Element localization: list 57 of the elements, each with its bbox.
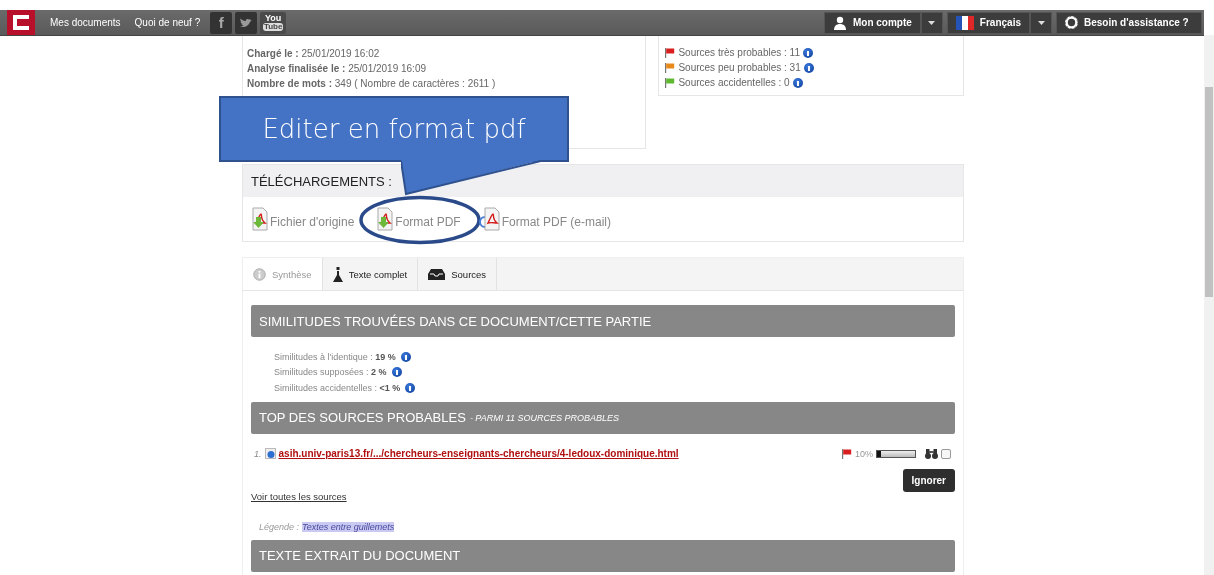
logo-icon[interactable] bbox=[7, 10, 35, 35]
lifebuoy-icon bbox=[1065, 16, 1078, 29]
dropdown-button[interactable] bbox=[1030, 11, 1052, 34]
info-text: Nombre de mots : 349 ( Nombre de caractères : 2611 ) bbox=[247, 77, 497, 91]
bird-button[interactable] bbox=[235, 11, 258, 34]
info-icon[interactable] bbox=[391, 367, 402, 378]
downloads-title: TÉLÉCHARGEMENTS : bbox=[251, 173, 392, 189]
source-number: 1. bbox=[254, 448, 262, 459]
see-all-link[interactable]: Voir toutes les sources bbox=[251, 490, 347, 502]
checkbox[interactable] bbox=[941, 448, 951, 459]
percentage-text: 10% bbox=[855, 448, 873, 459]
web-page-icon bbox=[264, 448, 276, 459]
summary-text: Sources peu probables : 31 bbox=[678, 62, 801, 73]
flag-icon bbox=[955, 15, 974, 30]
section-header: SIMILITUDES TROUVÉES DANS CE DOCUMENT/CETTE PARTIE bbox=[251, 305, 955, 337]
similarity-text: Similitudes à l'identique : 19 % bbox=[274, 351, 396, 362]
ignore-button[interactable]: Ignorer bbox=[902, 468, 955, 492]
download-link[interactable]: Fichier d'origine bbox=[247, 207, 355, 231]
menu-button[interactable]: Français bbox=[946, 11, 1030, 34]
legend-sample: Textes entre guillemets bbox=[302, 521, 395, 532]
info-icon[interactable] bbox=[405, 382, 416, 393]
menu-button[interactable]: Mon compte bbox=[823, 11, 921, 34]
dropdown-button[interactable] bbox=[920, 11, 943, 34]
tab[interactable]: Sources bbox=[418, 258, 498, 290]
caret-icon bbox=[928, 20, 936, 25]
download-link[interactable]: Format PDF (e-mail) bbox=[478, 207, 611, 231]
summary-text: Sources très probables : 11 bbox=[678, 47, 800, 58]
info-icon[interactable] bbox=[803, 62, 814, 73]
nav-link[interactable]: Quoi de neuf ? bbox=[127, 17, 208, 28]
callout-text: Editer en format pdf bbox=[262, 114, 526, 144]
similarity-text: Similitudes supposées : 2 % bbox=[274, 367, 387, 378]
progress-bar bbox=[876, 449, 916, 458]
source-link[interactable]: asih.univ-paris13.fr/.../chercheurs-enseignants-chercheurs/4-ledoux-dominique.html bbox=[278, 448, 679, 459]
user-icon bbox=[832, 15, 847, 30]
summary-text: Sources accidentelles : 0 bbox=[678, 77, 790, 88]
nav-link[interactable]: Mes documents bbox=[43, 17, 128, 28]
section-header: TEXTE EXTRAIT DU DOCUMENT bbox=[251, 539, 955, 572]
tab[interactable]: Texte complet bbox=[322, 258, 419, 290]
info-text: Analyse finalisée le : 25/01/2019 16:09 bbox=[247, 62, 428, 76]
scrollbar[interactable] bbox=[1204, 35, 1214, 575]
similarity-text: Similitudes accidentelles : <1 % bbox=[274, 382, 401, 393]
inbox-icon bbox=[428, 268, 446, 280]
pdf-email-icon bbox=[478, 207, 501, 231]
info-icon bbox=[253, 267, 266, 281]
info-icon[interactable] bbox=[803, 47, 813, 58]
info-icon[interactable] bbox=[400, 351, 411, 362]
facebook-button[interactable]: f bbox=[210, 11, 233, 34]
info-text: Chargé le : 25/01/2019 16:02 bbox=[247, 47, 381, 61]
section-header: TOP DES SOURCES PROBABLES - PARMI 11 SOURCES PROBABLES bbox=[251, 401, 955, 434]
caret-icon bbox=[1037, 20, 1045, 25]
youtube-button[interactable]: You Tube bbox=[260, 11, 287, 34]
info-icon[interactable] bbox=[792, 77, 803, 88]
binoculars-icon[interactable] bbox=[925, 448, 938, 459]
bird-icon bbox=[239, 16, 254, 29]
legend-label: Légende : bbox=[259, 521, 300, 532]
flask-icon bbox=[332, 266, 343, 282]
menu-button[interactable]: Besoin d'assistance ? bbox=[1056, 11, 1202, 34]
